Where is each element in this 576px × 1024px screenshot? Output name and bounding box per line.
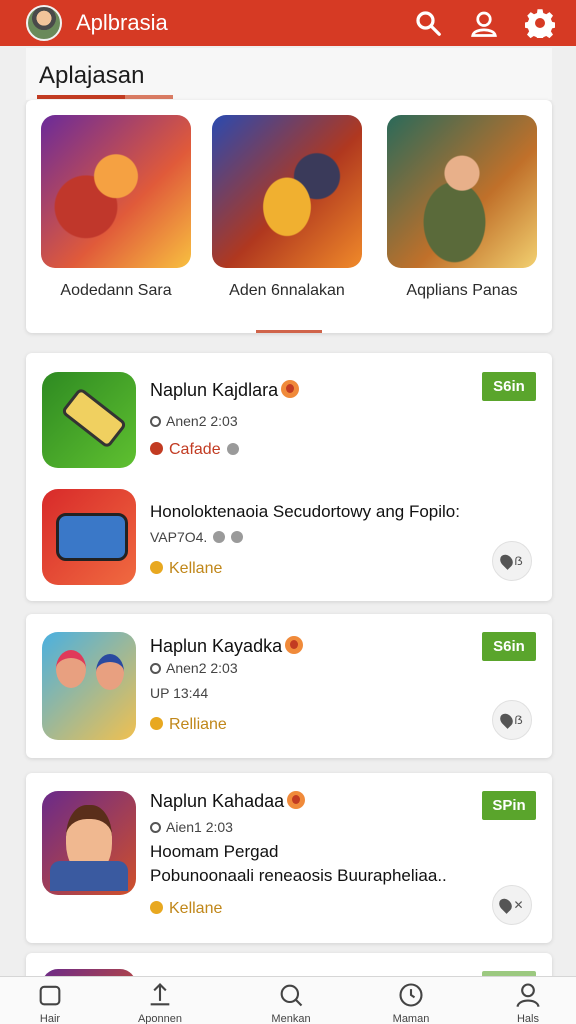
upload-icon [150, 983, 170, 1006]
search-icon [280, 984, 303, 1007]
category-icon [150, 561, 163, 575]
featured-image[interactable] [387, 115, 537, 268]
search-icon[interactable] [410, 5, 446, 41]
list-item[interactable]: Honoloktenaoia Secudortowy ang Fopilo: V… [42, 489, 536, 585]
app-title: Aplbrasia [76, 10, 168, 35]
app-card: Haplun Kayadka Anen2 2:03 UP 13:44 Relli… [26, 614, 552, 758]
app-time: VAP7O4. [150, 529, 244, 545]
pin-button[interactable]: ẞ [492, 700, 532, 740]
featured-image[interactable] [212, 115, 362, 268]
list-item[interactable]: Haplun Kayadka Anen2 2:03 UP 13:44 Relli… [42, 632, 536, 740]
info-icon [231, 531, 244, 544]
price-badge[interactable]: SPin [482, 791, 536, 820]
section-underline [37, 95, 173, 99]
nav-item-recent[interactable]: Maman [371, 981, 451, 1024]
section-title: Aplajasan [39, 62, 145, 89]
app-time: Anen2 2:03 [150, 413, 238, 429]
app-subtitle: UP 13:44 [150, 685, 209, 701]
app-card: Naplun Kahadaa Aien1 2:03 Hoomam Pergad … [26, 773, 552, 943]
app-category: Kellane [150, 900, 222, 918]
pin-icon [497, 896, 515, 914]
featured-label: Aden 6nnalakan [229, 282, 345, 299]
clock-icon [399, 983, 423, 1007]
pin-button[interactable]: ✕ [492, 885, 532, 925]
info-icon [213, 531, 226, 544]
app-icon[interactable] [42, 489, 136, 585]
carousel-indicator [256, 330, 322, 333]
featured-item[interactable]: Aqplians Panas [387, 115, 537, 300]
app-title: Naplun Kahadaa [150, 791, 306, 812]
clock-icon [150, 415, 161, 427]
app-category: Cafade [150, 441, 239, 459]
fire-icon [281, 380, 300, 399]
nav-item-upload[interactable]: Aponnen [120, 981, 200, 1024]
app-icon[interactable] [42, 372, 136, 468]
featured-label: Aqplians Panas [406, 282, 518, 299]
category-icon [150, 717, 163, 731]
home-icon [39, 985, 61, 1006]
app-bar: Aplbrasia [0, 0, 576, 46]
fire-icon [285, 636, 304, 655]
nav-item-home[interactable]: Hair [10, 981, 90, 1024]
list-item[interactable]: Naplun Kahadaa Aien1 2:03 Hoomam Pergad … [42, 791, 536, 925]
pin-icon [497, 711, 516, 729]
category-icon [150, 442, 163, 456]
app-time: Anen2 2:03 [150, 660, 238, 676]
settings-icon[interactable] [522, 5, 558, 41]
nav-item-profile[interactable]: Hals [488, 981, 568, 1024]
section-header: Aplajasan [26, 48, 552, 100]
featured-label: Aodedann Sara [60, 282, 172, 299]
clock-icon [150, 821, 161, 833]
app-category: Relliane [150, 716, 227, 734]
app-category: Kellane [150, 560, 222, 578]
app-icon[interactable] [42, 632, 136, 740]
clock-icon [150, 662, 161, 674]
app-card: Naplun Kajdlara Anen2 2:03 Cafade S6in H… [26, 353, 552, 601]
featured-item[interactable]: Aden 6nnalakan [212, 115, 362, 300]
avatar[interactable] [26, 5, 62, 41]
pin-icon [497, 552, 516, 570]
fire-icon [287, 791, 306, 810]
profile-icon[interactable] [466, 5, 502, 41]
list-item[interactable]: Naplun Kajdlara Anen2 2:03 Cafade S6in [42, 372, 536, 468]
pin-button[interactable]: ẞ [492, 541, 532, 581]
category-icon [150, 901, 163, 915]
featured-image[interactable] [41, 115, 191, 268]
featured-carousel[interactable]: Aodedann Sara Aden 6nnalakan Aqplians Pa… [26, 100, 552, 333]
app-description-line: Hoomam Pergad [150, 842, 279, 861]
app-icon[interactable] [42, 791, 136, 895]
featured-item[interactable]: Aodedann Sara [41, 115, 191, 300]
app-time: Aien1 2:03 [150, 819, 233, 835]
price-badge[interactable]: S6in [482, 372, 536, 401]
nav-item-search[interactable]: Menkan [251, 981, 331, 1024]
app-title: Haplun Kayadka [150, 636, 304, 657]
profile-icon [516, 983, 540, 1008]
app-title: Honoloktenaoia Secudortowy ang Fopilo: [150, 502, 460, 521]
bottom-nav: Hair Aponnen Menkan Maman Hals [0, 976, 576, 1024]
app-title: Naplun Kajdlara [150, 380, 300, 401]
app-description-line: Pobunoonaali reneaosis Buurapheliaa.. [150, 866, 447, 885]
info-icon [226, 442, 239, 455]
price-badge[interactable]: S6in [482, 632, 536, 661]
